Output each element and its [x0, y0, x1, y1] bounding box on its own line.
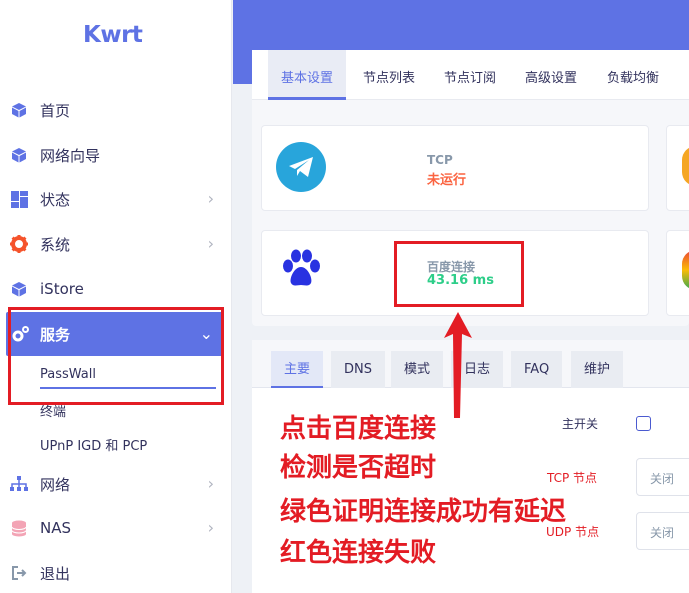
sitemap-icon: [10, 475, 28, 493]
sidebar-item-label: NAS: [40, 519, 72, 537]
annotation-arrow: [444, 312, 472, 418]
sidebar-item-network-wizard[interactable]: 网络向导: [0, 133, 232, 177]
tab-load-balance[interactable]: 负载均衡: [607, 67, 659, 86]
sidebar-item-nas[interactable]: NAS ›: [0, 506, 232, 550]
udp-node-select[interactable]: 关闭: [636, 512, 689, 550]
dashboard-icon: [10, 190, 28, 208]
telegram-icon: [276, 142, 326, 192]
annotation-highlight-menu: [8, 307, 224, 405]
sidebar-item-system[interactable]: 系统 ›: [0, 222, 232, 266]
sidebar-item-status[interactable]: 状态 ›: [0, 177, 232, 221]
tab-advanced-settings[interactable]: 高级设置: [525, 67, 577, 86]
annotation-line-1: 点击百度连接: [280, 414, 437, 444]
tcp-status-title: TCP: [427, 153, 453, 167]
tcp-status-value: 未运行: [427, 173, 467, 188]
subtab-main[interactable]: 主要: [271, 351, 324, 388]
database-icon: [10, 519, 28, 537]
sidebar-subitem-upnp[interactable]: UPnP IGD 和 PCP: [40, 435, 147, 454]
sidebar-item-home[interactable]: 首页: [0, 88, 232, 132]
tab-node-list[interactable]: 节点列表: [363, 67, 415, 86]
sidebar-item-label: 网络: [40, 475, 71, 494]
tab-basic-settings[interactable]: 基本设置: [268, 50, 347, 100]
sidebar-item-label: 状态: [40, 190, 71, 209]
sidebar-item-label: iStore: [40, 280, 84, 298]
sidebar-item-network[interactable]: 网络 ›: [0, 462, 232, 506]
baidu-paw-icon: [280, 247, 322, 289]
subtab-faq[interactable]: FAQ: [511, 351, 563, 388]
sidebar-item-istore[interactable]: iStore: [0, 267, 232, 311]
cube-icon: [10, 101, 28, 119]
logout-icon: [10, 564, 28, 582]
main-switch-checkbox[interactable]: [636, 416, 651, 431]
chevron-right-icon: ›: [207, 474, 214, 493]
main-switch-label: 主开关: [562, 417, 599, 431]
subtab-mode[interactable]: 模式: [391, 351, 444, 388]
cube-icon: [10, 280, 28, 298]
tcp-node-label: TCP 节点: [547, 471, 598, 485]
annotation-highlight-baidu: [394, 241, 524, 307]
sidebar-item-logout[interactable]: 退出: [0, 551, 232, 593]
chevron-right-icon: ›: [207, 189, 214, 208]
sidebar-item-label: 退出: [40, 564, 71, 583]
brand-logo[interactable]: Kwrt: [83, 22, 143, 48]
gear-icon: [10, 235, 28, 253]
chevron-right-icon: ›: [207, 518, 214, 537]
sidebar-item-label: 系统: [40, 235, 71, 254]
sidebar-item-label: 首页: [40, 101, 71, 120]
annotation-line-4: 红色连接失败: [280, 538, 437, 568]
cube-icon: [10, 146, 28, 164]
tab-node-subscribe[interactable]: 节点订阅: [444, 67, 496, 86]
annotation-line-2: 检测是否超时: [280, 453, 437, 483]
sidebar: Kwrt 首页 网络向导 状态 › 系统 › iStore 服务 ⌄ PassW…: [0, 0, 232, 593]
subtab-dns[interactable]: DNS: [331, 351, 385, 388]
tab-bar: 基本设置 节点列表 节点订阅 高级设置 负载均衡: [252, 50, 689, 100]
sidebar-item-label: 网络向导: [40, 146, 101, 165]
chevron-right-icon: ›: [207, 234, 214, 253]
subtab-maintain[interactable]: 维护: [571, 351, 624, 388]
annotation-line-3: 绿色证明连接成功有延迟: [280, 497, 567, 527]
tcp-node-select[interactable]: 关闭: [636, 458, 689, 496]
